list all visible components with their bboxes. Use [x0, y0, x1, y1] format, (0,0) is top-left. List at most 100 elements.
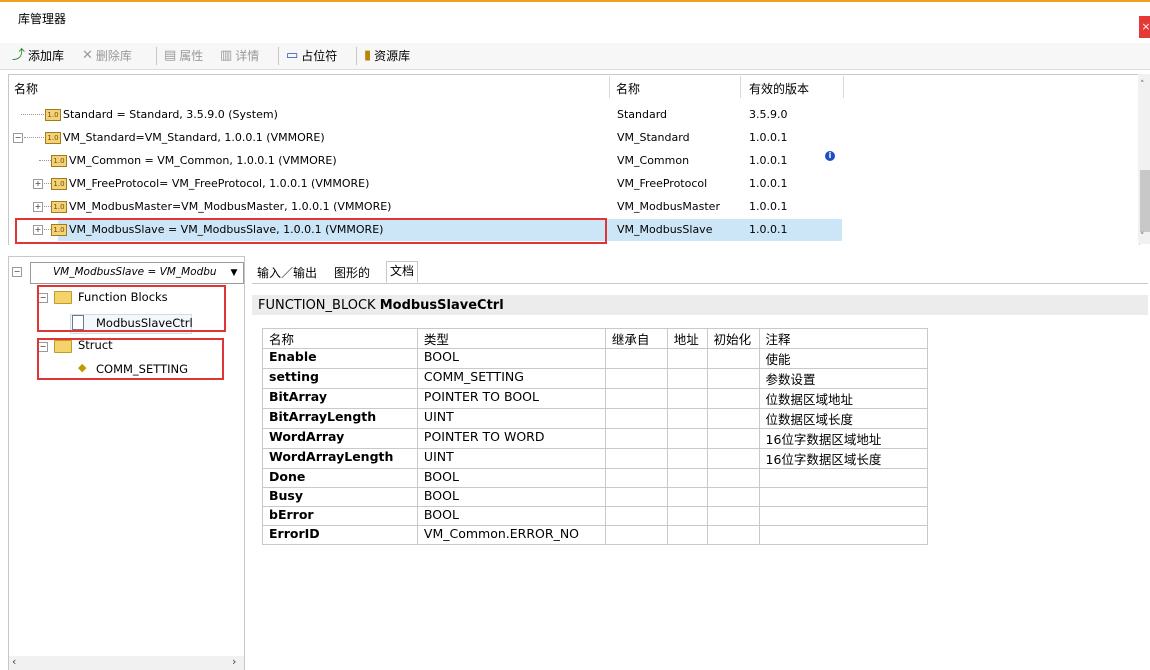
param-name: bError [262, 506, 418, 526]
param-inherited [604, 525, 668, 545]
highlight-box [37, 285, 226, 332]
library-icon: 1.0 [45, 109, 61, 121]
library-repository-label: 资源库 [374, 49, 411, 63]
library-tree-label: VM_Common = VM_Common, 1.0.0.1 (VMMORE) [69, 154, 337, 167]
library-row[interactable]: 1.0 VM_Common = VM_Common, 1.0.0.1 (VMMO… [9, 149, 1138, 172]
library-tree-label: Standard = Standard, 3.5.9.0 (System) [63, 108, 278, 121]
horizontal-scrollbar[interactable] [9, 656, 244, 670]
scrollbar-thumb[interactable] [1140, 170, 1150, 232]
library-icon: 1.0 [51, 155, 67, 167]
param-address [666, 408, 708, 429]
close-button[interactable]: × [1139, 16, 1150, 38]
tree-line [24, 137, 44, 138]
table-row: ErrorID VM_Common.ERROR_NO [262, 525, 929, 545]
tree-line [44, 183, 51, 184]
param-type: BOOL [416, 487, 606, 507]
param-comment: 位数据区域长度 [758, 408, 929, 429]
toolbar-separator [356, 47, 357, 65]
table-row: WordArrayLength UINT 16位字数据区域长度 [262, 448, 929, 469]
param-name: Busy [262, 487, 418, 507]
collapse-icon[interactable]: − [13, 133, 23, 143]
highlight-box [37, 338, 224, 380]
delete-library-button[interactable]: ✕ 删除库 [82, 48, 132, 64]
param-address [666, 468, 708, 488]
library-name: VM_FreeProtocol [617, 177, 708, 190]
library-tree-label: VM_Standard=VM_Standard, 1.0.0.1 (VMMORE… [63, 131, 325, 144]
param-address [666, 368, 708, 389]
chevron-down-icon[interactable]: ▼ [226, 263, 242, 283]
header-effective-version[interactable]: 有效的版本 [749, 80, 809, 97]
properties-button[interactable]: ▤ 属性 [164, 48, 203, 64]
col-init: 初始化 [706, 328, 760, 349]
library-repository-button[interactable]: ▮ 资源库 [364, 48, 410, 64]
param-address [666, 388, 708, 409]
param-inherited [604, 506, 668, 526]
param-comment [758, 468, 929, 488]
scroll-down-icon[interactable]: ˅ [1140, 232, 1145, 242]
tab-documentation[interactable]: 文档 [386, 261, 419, 283]
add-library-icon: ⤴ [12, 48, 26, 63]
highlight-box [15, 218, 607, 244]
param-comment [758, 525, 929, 545]
param-init [706, 408, 760, 429]
param-name: setting [262, 368, 418, 389]
table-row: Busy BOOL [262, 487, 929, 507]
table-row: BitArray POINTER TO BOOL 位数据区域地址 [262, 388, 929, 409]
details-button[interactable]: ▥ 详情 [220, 48, 259, 64]
param-init [706, 448, 760, 469]
library-row[interactable]: 1.0 Standard = Standard, 3.5.9.0 (System… [9, 103, 1138, 126]
header-name-2[interactable]: 名称 [616, 80, 640, 97]
details-label: 详情 [235, 49, 260, 63]
placeholder-button[interactable]: ▭ 占位符 [286, 48, 337, 64]
properties-label: 属性 [179, 49, 204, 63]
library-version: 1.0.0.1 [749, 131, 788, 144]
param-inherited [604, 348, 668, 369]
param-comment [758, 506, 929, 526]
library-name: VM_Standard [617, 131, 690, 144]
param-comment: 16位字数据区域长度 [758, 448, 929, 469]
tree-line [21, 114, 46, 115]
param-comment: 使能 [758, 348, 929, 369]
scroll-left-icon[interactable]: ‹ [12, 655, 16, 668]
collapse-icon[interactable]: − [12, 267, 22, 277]
param-type: UINT [416, 408, 606, 429]
col-address: 地址 [666, 328, 708, 349]
table-row: Done BOOL [262, 468, 929, 488]
scroll-right-icon[interactable]: › [232, 655, 236, 668]
library-name: VM_ModbusSlave [617, 223, 713, 236]
col-comment: 注释 [758, 328, 929, 349]
param-init [706, 468, 760, 488]
column-divider [740, 76, 741, 98]
library-name: Standard [617, 108, 668, 121]
delete-library-label: 删除库 [95, 49, 132, 63]
scroll-up-icon[interactable]: ˄ [1140, 80, 1145, 90]
param-address [666, 506, 708, 526]
expand-icon[interactable]: + [33, 179, 43, 189]
library-icon: 1.0 [51, 201, 67, 213]
tab-io[interactable]: 输入／输出 [254, 264, 320, 284]
library-tree-label: VM_FreeProtocol= VM_FreeProtocol, 1.0.0.… [69, 177, 370, 190]
library-selector[interactable]: VM_ModbusSlave = VM_Modbu ▼ [30, 262, 244, 284]
column-divider [609, 76, 610, 98]
param-address [666, 487, 708, 507]
header-name[interactable]: 名称 [14, 80, 38, 97]
param-name: WordArrayLength [262, 448, 418, 469]
param-type: BOOL [416, 468, 606, 488]
library-row[interactable]: + 1.0 VM_ModbusMaster=VM_ModbusMaster, 1… [9, 195, 1138, 218]
tab-graphic[interactable]: 图形的 [331, 264, 373, 284]
library-row[interactable]: + 1.0 VM_FreeProtocol= VM_FreeProtocol, … [9, 172, 1138, 195]
param-name: ErrorID [262, 525, 418, 545]
library-row[interactable]: − 1.0 VM_Standard=VM_Standard, 1.0.0.1 (… [9, 126, 1138, 149]
column-divider [843, 76, 844, 98]
library-version: 1.0.0.1 [749, 223, 788, 236]
library-version: 1.0.0.1 [749, 200, 788, 213]
param-init [706, 428, 760, 449]
table-header-row: 名称 类型 继承自 地址 初始化 注释 [262, 328, 929, 349]
param-address [666, 448, 708, 469]
expand-icon[interactable]: + [33, 202, 43, 212]
toolbar-separator [156, 47, 157, 65]
library-books-icon: ▮ [364, 48, 372, 63]
param-comment: 位数据区域地址 [758, 388, 929, 409]
param-inherited [604, 388, 668, 409]
add-library-button[interactable]: ⤴ 添加库 [12, 48, 64, 64]
